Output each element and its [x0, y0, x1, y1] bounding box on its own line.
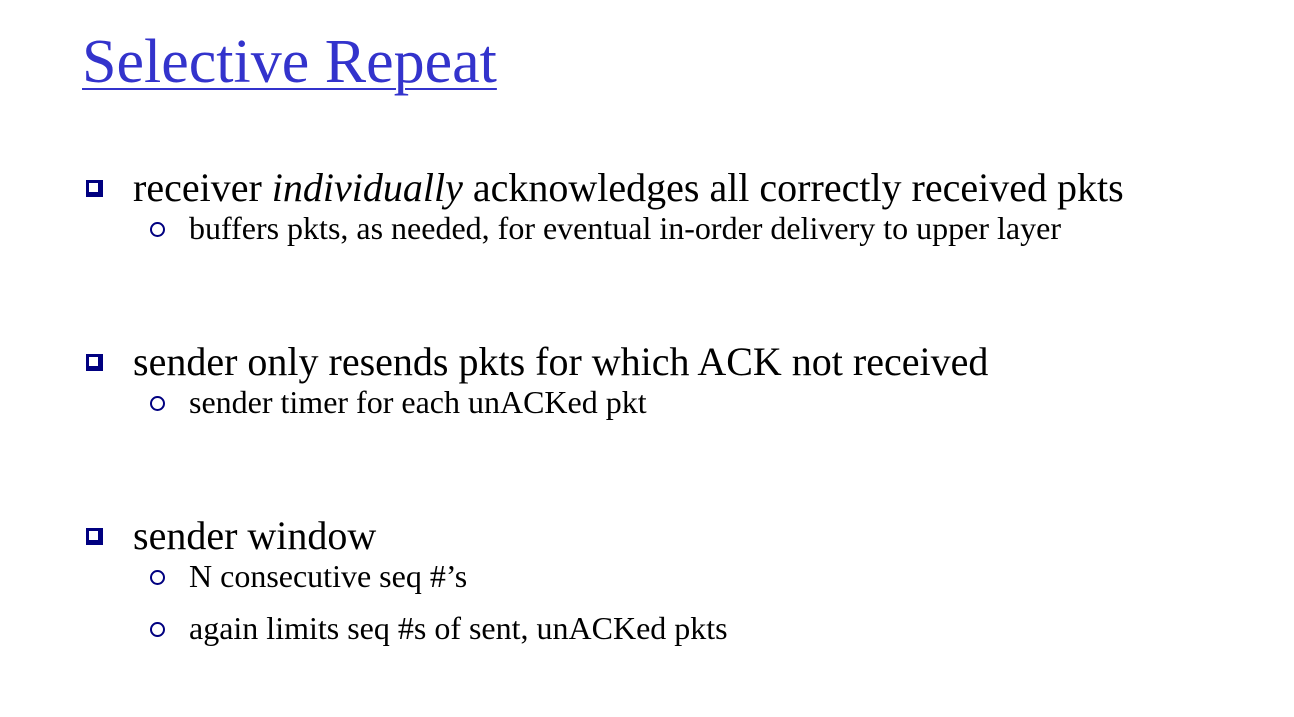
sub-bullet-2-1: sender timer for each unACKed pkt	[84, 384, 988, 420]
sub-bullet-3-2: again limits seq #s of sent, unACKed pkt…	[84, 610, 728, 646]
circle-bullet-icon	[150, 396, 165, 411]
bullet-text-1-pre: receiver	[133, 165, 272, 210]
sub-bullet-1-1: buffers pkts, as needed, for eventual in…	[84, 210, 1124, 246]
bullet-text-2-content: sender only resends pkts for which ACK n…	[133, 339, 989, 384]
sub-bullet-3-1: N consecutive seq #’s	[84, 558, 728, 594]
bullet-text-3-content: sender window	[133, 513, 377, 558]
circle-bullet-icon	[150, 570, 165, 585]
bullet-item-2: sender only resends pkts for which ACK n…	[84, 340, 988, 420]
square-bullet-icon	[86, 528, 103, 545]
sub-bullet-text: again limits seq #s of sent, unACKed pkt…	[189, 610, 728, 646]
bullet-text-2: sender only resends pkts for which ACK n…	[84, 340, 988, 384]
slide: Selective Repeat receiver individually a…	[0, 0, 1294, 717]
bullet-item-3: sender window N consecutive seq #’s agai…	[84, 514, 728, 646]
bullet-item-1: receiver individually acknowledges all c…	[84, 166, 1124, 246]
bullet-text-1-emphasis: individually	[271, 165, 463, 210]
square-bullet-icon	[86, 354, 103, 371]
slide-title: Selective Repeat	[82, 28, 497, 96]
bullet-text-3: sender window	[84, 514, 728, 558]
sub-bullet-text: buffers pkts, as needed, for eventual in…	[189, 210, 1061, 246]
sub-bullet-text: sender timer for each unACKed pkt	[189, 384, 647, 420]
bullet-text-1-post: acknowledges all correctly received pkts	[462, 165, 1124, 210]
bullet-text-1: receiver individually acknowledges all c…	[84, 166, 1124, 210]
sub-bullet-text: N consecutive seq #’s	[189, 558, 468, 594]
square-bullet-icon	[86, 180, 103, 197]
circle-bullet-icon	[150, 222, 165, 237]
circle-bullet-icon	[150, 622, 165, 637]
